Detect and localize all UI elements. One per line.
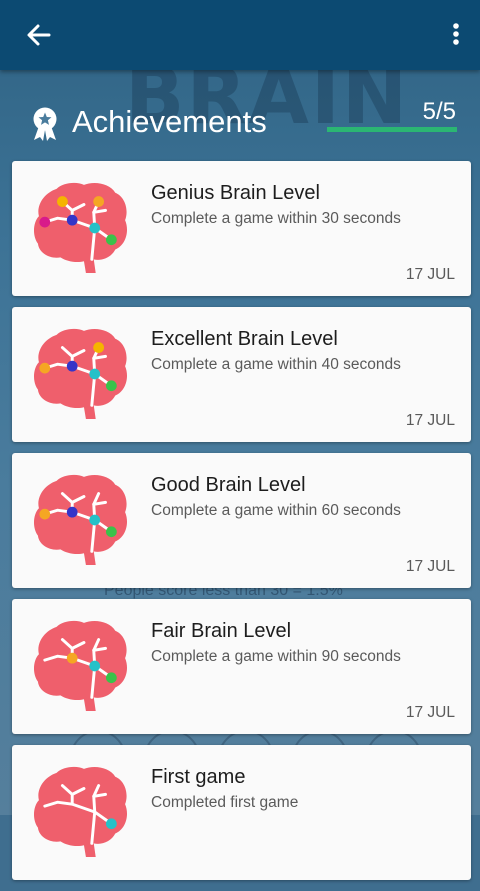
achievement-list: Genius Brain Level Complete a game withi…: [12, 161, 471, 891]
progress-bar-fill: [327, 127, 457, 132]
brain-icon: [33, 328, 128, 420]
achievement-title: Fair Brain Level: [151, 620, 292, 642]
page-title: Achievements: [72, 104, 267, 139]
brain-node: [89, 514, 101, 526]
back-button[interactable]: [22, 18, 56, 52]
achievement-title: Good Brain Level: [151, 474, 306, 496]
overflow-menu-button[interactable]: [446, 18, 466, 52]
achievement-card[interactable]: Fair Brain Level Complete a game within …: [12, 599, 471, 734]
brain-node: [39, 216, 51, 228]
more-vertical-icon: [453, 23, 459, 45]
achievement-description: Complete a game within 40 seconds: [151, 356, 401, 373]
brain-icon: [33, 620, 128, 712]
achievement-date: 17 JUL: [405, 704, 455, 721]
brain-node: [105, 672, 117, 684]
brain-node: [66, 652, 78, 664]
brain-node: [39, 508, 51, 520]
brain-icon: [33, 474, 128, 566]
achievement-progress-bar: [327, 127, 457, 132]
achievement-count: 5/5: [422, 98, 456, 125]
brain-node: [57, 196, 68, 207]
app-bar: [0, 0, 480, 70]
achievements-header: Achievements 5/5: [0, 70, 480, 158]
brain-node: [89, 368, 101, 380]
achievement-date: 17 JUL: [405, 266, 455, 283]
brain-node: [66, 214, 78, 226]
brain-node: [89, 660, 101, 672]
brain-node: [105, 380, 117, 392]
award-ribbon-icon: [33, 107, 57, 141]
achievement-card[interactable]: Genius Brain Level Complete a game withi…: [12, 161, 471, 296]
achievement-title: Genius Brain Level: [151, 182, 320, 204]
brain-node: [105, 526, 117, 538]
brain-node: [105, 234, 117, 246]
achievement-date: 17 JUL: [405, 412, 455, 429]
brain-node: [39, 362, 51, 374]
brain-node: [93, 196, 105, 207]
achievement-title: Excellent Brain Level: [151, 328, 338, 350]
brain-node: [93, 342, 105, 353]
arrow-left-icon: [27, 24, 51, 46]
achievement-card[interactable]: Good Brain Level Complete a game within …: [12, 453, 471, 588]
brain-icon: [33, 182, 128, 274]
achievement-title: First game: [151, 766, 246, 788]
achievement-card[interactable]: Excellent Brain Level Complete a game wi…: [12, 307, 471, 442]
achievement-description: Complete a game within 60 seconds: [151, 502, 401, 519]
achievement-description: Complete a game within 90 seconds: [151, 648, 401, 665]
brain-icon: [33, 766, 128, 858]
brain-node: [66, 506, 78, 518]
brain-node: [66, 360, 78, 372]
achievement-description: Completed first game: [151, 794, 299, 811]
achievement-card[interactable]: First game Completed first game: [12, 745, 471, 880]
achievement-date: 17 JUL: [405, 558, 455, 575]
achievement-description: Complete a game within 30 seconds: [151, 210, 401, 227]
brain-node: [89, 222, 101, 234]
brain-node: [105, 818, 117, 830]
